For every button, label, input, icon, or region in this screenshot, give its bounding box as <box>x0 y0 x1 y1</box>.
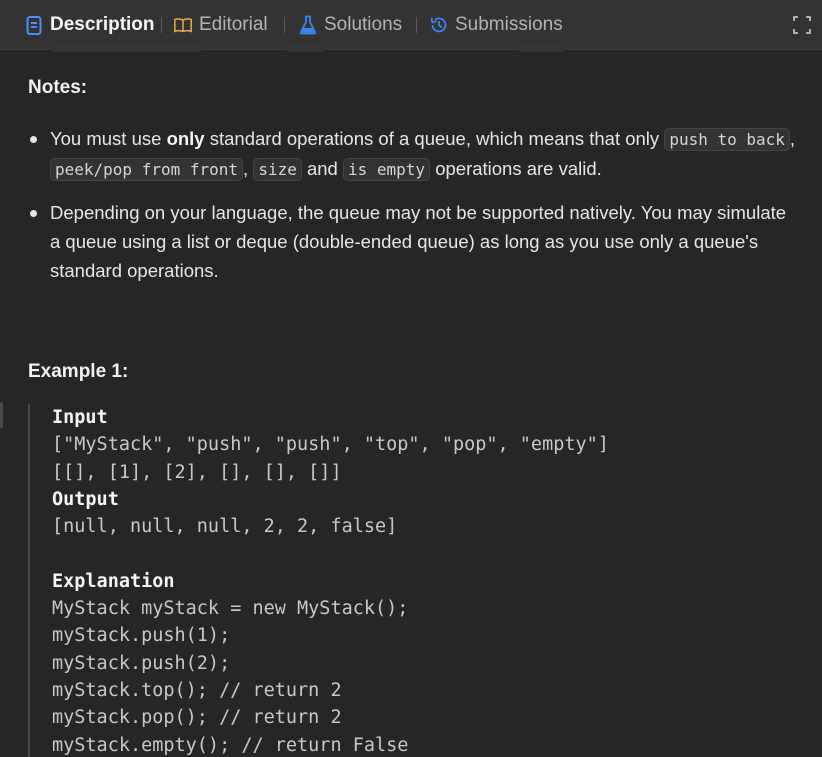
list-item-text: Depending on your language, the queue ma… <box>50 202 787 281</box>
text-fragment: and <box>301 158 343 179</box>
list-item: You must use only standard operations of… <box>28 124 798 184</box>
book-icon <box>173 15 193 35</box>
list-item: Depending on your language, the queue ma… <box>28 198 798 285</box>
problem-description: Notes: You must use only standard operat… <box>28 50 798 757</box>
tab-separator <box>161 17 162 33</box>
list-item-text: You must use only standard operations of… <box>50 124 798 184</box>
explanation-line: myStack.pop(); // return 2 <box>52 707 342 729</box>
explanation-line: myStack.push(1); <box>52 625 231 647</box>
text-fragment: standard operations of a queue, which me… <box>204 128 665 149</box>
explanation-label: Explanation <box>52 570 175 592</box>
explanation-line: myStack.push(2); <box>52 652 231 674</box>
expand-icon[interactable] <box>792 15 812 35</box>
history-icon <box>429 15 449 35</box>
tab-editorial-label: Editorial <box>199 14 268 35</box>
notes-heading: Notes: <box>28 77 88 98</box>
inline-code: push to back <box>664 128 790 151</box>
inline-code: peek/pop from front <box>50 158 244 181</box>
input-line: ["MyStack", "push", "push", "top", "pop"… <box>52 434 609 456</box>
tab-submissions-label: Submissions <box>455 14 563 35</box>
tab-bar: Description Editorial Solutions Submissi… <box>0 0 822 50</box>
text-fragment: , <box>789 128 796 149</box>
explanation-line: MyStack myStack = new MyStack(); <box>52 598 409 620</box>
input-line: [[], [1], [2], [], [], []] <box>52 461 342 483</box>
tab-solutions[interactable]: Solutions <box>298 0 402 50</box>
text-fragment: You must use <box>50 128 167 149</box>
example-heading: Example 1: <box>28 361 129 382</box>
flask-icon <box>298 15 318 35</box>
explanation-line: myStack.top(); // return 2 <box>52 679 342 701</box>
output-label: Output <box>52 488 119 510</box>
resize-handle[interactable] <box>0 402 3 428</box>
tab-description[interactable]: Description <box>24 0 155 50</box>
text-fragment: , <box>243 158 254 179</box>
document-icon <box>24 15 44 35</box>
tab-submissions[interactable]: Submissions <box>429 0 563 50</box>
text-fragment: operations are valid. <box>430 158 602 179</box>
tab-separator <box>416 17 417 33</box>
tab-solutions-label: Solutions <box>324 14 403 35</box>
bullet-icon <box>30 210 37 217</box>
explanation-line: myStack.empty(); // return False <box>52 734 409 756</box>
input-label: Input <box>52 407 108 428</box>
tab-separator <box>284 17 285 33</box>
emphasis-text: only <box>166 128 205 149</box>
inline-code: size <box>253 158 302 181</box>
inline-code: is empty <box>343 158 431 181</box>
example-code-block: Input ["MyStack", "push", "push", "top",… <box>28 404 798 757</box>
tab-description-label: Description <box>50 14 155 35</box>
tab-editorial[interactable]: Editorial <box>173 0 268 50</box>
bullet-icon <box>30 136 37 143</box>
output-line: [null, null, null, 2, 2, false] <box>52 516 398 538</box>
